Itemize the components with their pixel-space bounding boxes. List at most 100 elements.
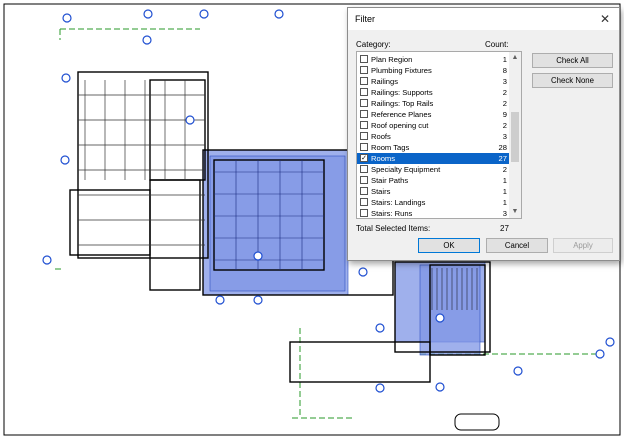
category-label: Plumbing Fixtures [371,66,432,75]
list-item[interactable]: Stairs: Landings 1 [357,197,509,208]
category-label: Roof opening cut [371,121,429,130]
category-label: Plan Region [371,55,413,64]
category-checkbox[interactable] [360,77,368,85]
category-label: Railings: Top Rails [371,99,434,108]
grid-bubble [185,115,195,125]
category-count: 2 [502,88,507,97]
grid-bubble [375,383,385,393]
category-header: Category: [356,40,391,49]
grid-bubble [595,349,605,359]
category-count: 3 [502,132,507,141]
category-label: Railings: Supports [371,88,433,97]
list-item[interactable]: Railings: Top Rails 2 [357,98,509,109]
grid-bubble [199,9,209,19]
grid-bubble [435,382,445,392]
ok-button[interactable]: OK [418,238,480,253]
category-label: Specialty Equipment [371,165,441,174]
list-item[interactable]: Stairs: Runs 3 [357,208,509,218]
scroll-up-icon[interactable]: ▲ [509,52,521,64]
wall [289,341,431,383]
category-count: 3 [502,209,507,218]
category-count: 1 [502,176,507,185]
grid-bubble [513,366,523,376]
grid-bubble [61,73,71,83]
check-all-button[interactable]: Check All [532,53,613,68]
category-checkbox[interactable] [360,176,368,184]
category-count: 2 [502,165,507,174]
category-checkbox[interactable] [360,165,368,173]
grid-bubble [253,295,263,305]
list-item[interactable]: Stair Paths 1 [357,175,509,186]
list-item[interactable]: Railings: Supports 2 [357,87,509,98]
list-item[interactable]: Roof opening cut 2 [357,120,509,131]
category-label: Stairs [371,187,391,196]
category-label: Roofs [371,132,391,141]
category-count: 1 [502,55,507,64]
category-checkbox[interactable] [360,198,368,206]
filter-dialog: Filter ✕ Category: Count: ▲ ▼ Plan Regio… [347,7,620,261]
category-label: Room Tags [371,143,410,152]
list-item[interactable]: Specialty Equipment 2 [357,164,509,175]
category-count: 2 [502,121,507,130]
check-none-button[interactable]: Check None [532,73,613,88]
scroll-down-icon[interactable]: ▼ [509,206,521,218]
category-checkbox[interactable] [360,55,368,63]
category-count: 9 [502,110,507,119]
grid-bubble [375,323,385,333]
grid-bubble [435,313,445,323]
category-checkbox[interactable] [360,209,368,217]
category-checkbox[interactable] [360,110,368,118]
grid-bubble [358,267,368,277]
category-count: 1 [502,187,507,196]
grid-bubble [274,9,284,19]
grid-bubble [143,9,153,19]
list-item[interactable]: Roofs 3 [357,131,509,142]
apply-button[interactable]: Apply [553,238,613,253]
grid-bubble [62,13,72,23]
category-count: 2 [502,99,507,108]
wall [149,179,201,291]
category-label: Rooms [371,154,396,163]
category-checkbox[interactable] [360,88,368,96]
grid-bubble [142,35,152,45]
total-selected-label: Total Selected Items: [356,224,431,233]
category-list[interactable]: ▲ ▼ Plan Region 1 Plumbing Fixtures 8 Railin… [356,51,522,219]
scroll-thumb[interactable] [511,112,519,162]
list-item[interactable]: Railings 3 [357,76,509,87]
category-label: Stairs: Runs [371,209,413,218]
category-count: 28 [498,143,507,152]
car-symbol [454,413,500,431]
category-count: 1 [502,198,507,207]
room-fill [209,155,346,292]
list-item[interactable]: ✓ Rooms 27 [357,153,509,164]
list-item[interactable]: Reference Planes 9 [357,109,509,120]
wall [77,71,209,259]
category-count: 8 [502,66,507,75]
category-checkbox[interactable] [360,66,368,74]
list-item[interactable]: Plumbing Fixtures 8 [357,65,509,76]
category-checkbox[interactable] [360,99,368,107]
grid-bubble [215,295,225,305]
list-item[interactable]: Stairs 1 [357,186,509,197]
cancel-button[interactable]: Cancel [486,238,548,253]
count-header: Count: [485,40,509,49]
list-scrollbar[interactable]: ▲ ▼ [509,52,521,218]
list-item[interactable]: Plan Region 1 [357,54,509,65]
list-item[interactable]: Room Tags 28 [357,142,509,153]
category-count: 3 [502,77,507,86]
category-checkbox[interactable] [360,132,368,140]
category-checkbox[interactable] [360,143,368,151]
total-selected-value: 27 [500,224,509,233]
grid-bubble [42,255,52,265]
category-checkbox[interactable]: ✓ [360,154,368,162]
dialog-title: Filter [355,14,375,24]
close-icon[interactable]: ✕ [597,11,613,27]
category-label: Railings [371,77,399,86]
category-label: Stairs: Landings [371,198,426,207]
category-checkbox[interactable] [360,187,368,195]
grid-bubble [60,155,70,165]
category-label: Stair Paths [371,176,409,185]
grid-bubble [253,251,263,261]
category-checkbox[interactable] [360,121,368,129]
dialog-titlebar[interactable]: Filter ✕ [348,8,619,30]
